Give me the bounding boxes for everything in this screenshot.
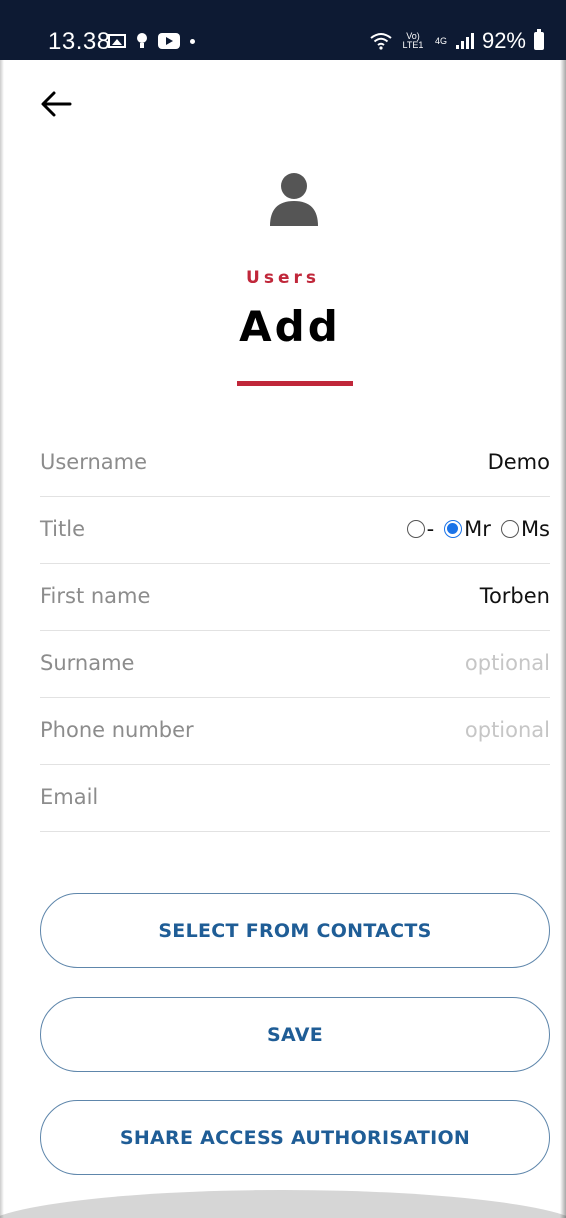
phone-row: Phone number [40,698,550,765]
radio-ms-icon[interactable] [500,520,519,538]
title-label: Title [40,517,86,541]
email-row: Email [40,765,550,832]
title-option-none-label: - [426,517,435,541]
phone-label: Phone number [40,718,194,742]
page-title: Add [239,302,341,351]
left-edge-shadow [0,60,4,1218]
share-access-button[interactable]: SHARE ACCESS AUTHORISATION [40,1100,550,1175]
status-bar: 13.38 Vo) LTE1 4G 92% [0,0,566,60]
gallery-icon [108,34,126,48]
select-from-contacts-button[interactable]: SELECT FROM CONTACTS [40,893,550,968]
user-avatar-icon [270,173,318,226]
username-label: Username [40,450,148,474]
more-notifications-icon [190,38,195,44]
network-type-label: 4G [434,35,447,46]
title-option-ms-label: Ms [520,517,550,541]
surname-label: Surname [40,651,135,675]
save-button[interactable]: SAVE [40,997,550,1072]
battery-percent: 92% [481,28,526,53]
title-option-mr-label: Mr [464,517,491,541]
title-option-mr[interactable]: Mr [444,517,491,541]
surname-row: Surname [40,631,550,698]
first-name-field[interactable] [250,584,550,608]
first-name-label: First name [40,584,151,608]
youtube-icon [158,33,180,49]
email-field[interactable] [250,785,550,809]
phone-field[interactable] [250,718,550,742]
username-field[interactable] [250,450,550,474]
title-underline [237,381,353,386]
bottom-sheet-edge [0,1190,566,1218]
volte-label: Vo) LTE1 [402,31,424,50]
surname-field[interactable] [250,651,550,675]
right-edge-shadow [560,60,566,1218]
signal-icon [455,33,474,49]
radio-mr-icon[interactable] [444,520,463,538]
email-label: Email [40,785,99,809]
first-name-row: First name [40,564,550,631]
title-row: Title - Mr Ms [40,497,550,564]
username-row: Username [40,430,550,497]
title-option-ms[interactable]: Ms [500,517,550,541]
title-option-none[interactable]: - [406,517,435,541]
battery-icon [534,29,544,50]
title-radio-group: - Mr Ms [406,517,550,541]
status-time: 13.38 [48,28,111,55]
radio-none-icon[interactable] [406,520,425,538]
wifi-icon [370,33,392,50]
section-label: Users [246,268,320,288]
notification-icons [108,33,195,49]
back-arrow-icon[interactable] [38,86,74,122]
app-screen: 13.38 Vo) LTE1 4G 92% Users Add Username… [0,0,566,1218]
bulb-icon [136,33,148,49]
system-status: Vo) LTE1 4G 92% [370,28,544,54]
